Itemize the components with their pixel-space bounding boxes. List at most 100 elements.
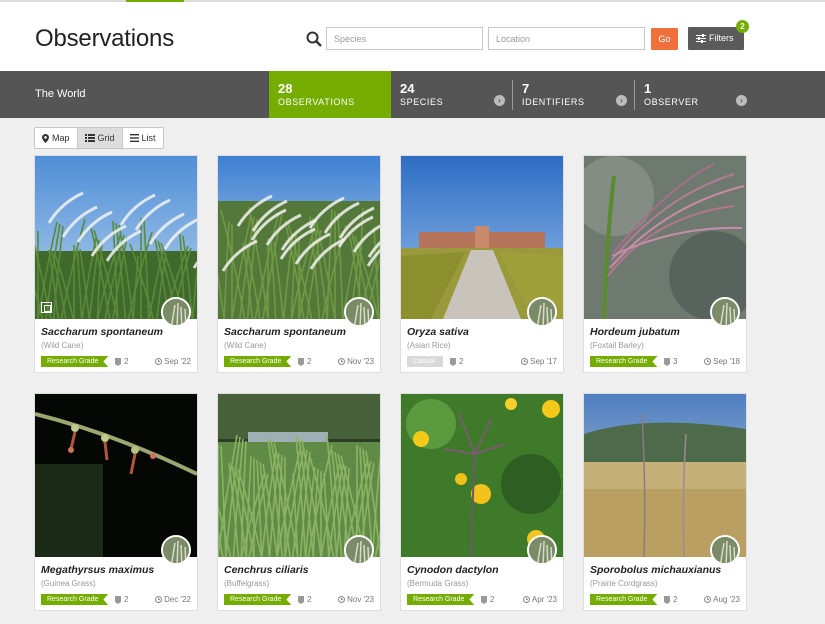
species-search-input[interactable]: Species xyxy=(326,27,483,50)
avatar[interactable] xyxy=(527,297,557,327)
page-header: Observations Species Location Go Filters… xyxy=(0,2,825,71)
avatar[interactable] xyxy=(710,535,740,565)
avatar[interactable] xyxy=(710,297,740,327)
avatar[interactable] xyxy=(161,297,191,327)
date-value: Sep '22 xyxy=(164,357,191,366)
grid-label: Grid xyxy=(97,133,115,143)
clock-icon xyxy=(521,358,529,365)
observation-card[interactable]: Sporobolus michauxianus (Prairie Cordgras… xyxy=(583,393,747,611)
ids-value: 2 xyxy=(124,357,129,366)
observed-date: Apr '23 xyxy=(522,594,557,605)
stats-bar: The World 28 OBSERVATIONS 24 SPECIES › 7… xyxy=(0,71,825,118)
scientific-name[interactable]: Hordeum jubatum xyxy=(590,326,680,338)
list-label: List xyxy=(141,133,156,143)
id-tag-icon xyxy=(664,357,670,366)
ids-value: 2 xyxy=(673,595,678,604)
observation-card[interactable]: Cenchrus ciliaris (Buffelgrass) Research G… xyxy=(217,393,381,611)
observations-label: OBSERVATIONS xyxy=(278,97,355,107)
common-name: (Asian Rice) xyxy=(407,341,451,350)
observed-date: Nov '23 xyxy=(338,594,374,605)
date-value: Sep '18 xyxy=(713,357,740,366)
observations-count: 28 xyxy=(278,81,293,96)
filters-count-badge: 2 xyxy=(736,20,749,33)
observation-photo[interactable] xyxy=(584,156,746,319)
observation-photo[interactable] xyxy=(401,394,563,557)
avatar[interactable] xyxy=(344,297,374,327)
quality-grade-badge: Research Grade xyxy=(407,594,474,605)
observation-photo[interactable] xyxy=(218,156,380,319)
id-tag-icon xyxy=(115,357,121,366)
id-tag-icon xyxy=(298,595,304,604)
observed-date: Sep '18 xyxy=(704,356,740,367)
common-name: (Prairie Cordgrass) xyxy=(590,579,658,588)
tab-observations[interactable]: 28 OBSERVATIONS xyxy=(269,71,391,118)
observation-card[interactable]: Saccharum spontaneum (Wild Cane) Research … xyxy=(34,155,198,373)
quality-grade-badge: Research Grade xyxy=(224,594,291,605)
date-value: Apr '23 xyxy=(531,595,557,604)
clock-icon xyxy=(155,358,163,365)
clock-icon xyxy=(704,358,712,365)
quality-grade-badge: Research Grade xyxy=(224,356,291,367)
common-name: (Buffelgrass) xyxy=(224,579,270,588)
clock-icon xyxy=(338,358,346,365)
ids-value: 2 xyxy=(124,595,129,604)
list-view-button[interactable]: List xyxy=(123,128,163,148)
observation-card[interactable]: Megathyrsus maximus (Guinea Grass) Researc… xyxy=(34,393,198,611)
scientific-name[interactable]: Oryza sativa xyxy=(407,326,469,338)
date-value: Nov '23 xyxy=(347,357,374,366)
tab-identifiers[interactable]: 7 IDENTIFIERS › xyxy=(513,71,635,118)
multiple-photos-icon xyxy=(41,302,52,313)
observation-photo[interactable] xyxy=(35,394,197,557)
avatar[interactable] xyxy=(344,535,374,565)
map-marker-icon xyxy=(42,133,49,143)
observation-card[interactable]: Cynodon dactylon (Bermuda Grass) Research … xyxy=(400,393,564,611)
observation-photo[interactable] xyxy=(35,156,197,319)
observation-card[interactable]: Hordeum jubatum (Foxtail Barley) Research … xyxy=(583,155,747,373)
identifiers-count: 7 xyxy=(522,81,530,96)
grid-view-button[interactable]: Grid xyxy=(77,128,123,148)
place-name[interactable]: The World xyxy=(35,88,86,100)
common-name: (Wild Cane) xyxy=(224,341,267,350)
filters-label: Filters xyxy=(709,33,734,43)
filters-button[interactable]: Filters xyxy=(688,27,744,50)
scientific-name[interactable]: Cenchrus ciliaris xyxy=(224,564,309,576)
id-tag-icon xyxy=(481,595,487,604)
id-tag-icon xyxy=(664,595,670,604)
observed-date: Dec '22 xyxy=(155,594,191,605)
observation-photo[interactable] xyxy=(218,394,380,557)
tab-species[interactable]: 24 SPECIES › xyxy=(391,71,513,118)
identifications-count: 2 xyxy=(115,594,128,605)
observed-date: Nov '23 xyxy=(338,356,374,367)
observation-card[interactable]: Saccharum spontaneum (Wild Cane) Research … xyxy=(217,155,381,373)
id-tag-icon xyxy=(115,595,121,604)
map-view-button[interactable]: Map xyxy=(35,128,78,148)
scientific-name[interactable]: Megathyrsus maximus xyxy=(41,564,154,576)
identifications-count: 2 xyxy=(664,594,677,605)
arrow-right-icon: › xyxy=(494,95,505,106)
species-label: SPECIES xyxy=(400,97,444,107)
observed-date: Sep '17 xyxy=(521,356,557,367)
observed-date: Aug '23 xyxy=(704,594,740,605)
avatar[interactable] xyxy=(527,535,557,565)
scientific-name[interactable]: Saccharum spontaneum xyxy=(41,326,163,338)
location-search-input[interactable]: Location xyxy=(488,27,645,50)
date-value: Aug '23 xyxy=(713,595,740,604)
scientific-name[interactable]: Saccharum spontaneum xyxy=(224,326,346,338)
tab-observers[interactable]: 1 OBSERVER › xyxy=(635,71,755,118)
scientific-name[interactable]: Cynodon dactylon xyxy=(407,564,499,576)
scientific-name[interactable]: Sporobolus michauxianus xyxy=(590,564,721,576)
observation-photo[interactable] xyxy=(584,394,746,557)
clock-icon xyxy=(522,596,530,603)
sliders-icon xyxy=(696,34,706,43)
clock-icon xyxy=(155,596,163,603)
quality-grade-badge: Research Grade xyxy=(590,356,657,367)
observation-photo[interactable] xyxy=(401,156,563,319)
go-button[interactable]: Go xyxy=(651,28,678,50)
list-icon xyxy=(129,134,139,142)
identifications-count: 2 xyxy=(298,594,311,605)
observation-card[interactable]: Oryza sativa (Asian Rice) Casual 2 Sep '17 xyxy=(400,155,564,373)
view-toggle: Map Grid List xyxy=(34,127,164,149)
avatar[interactable] xyxy=(161,535,191,565)
page-title: Observations xyxy=(35,25,174,52)
ids-value: 2 xyxy=(490,595,495,604)
